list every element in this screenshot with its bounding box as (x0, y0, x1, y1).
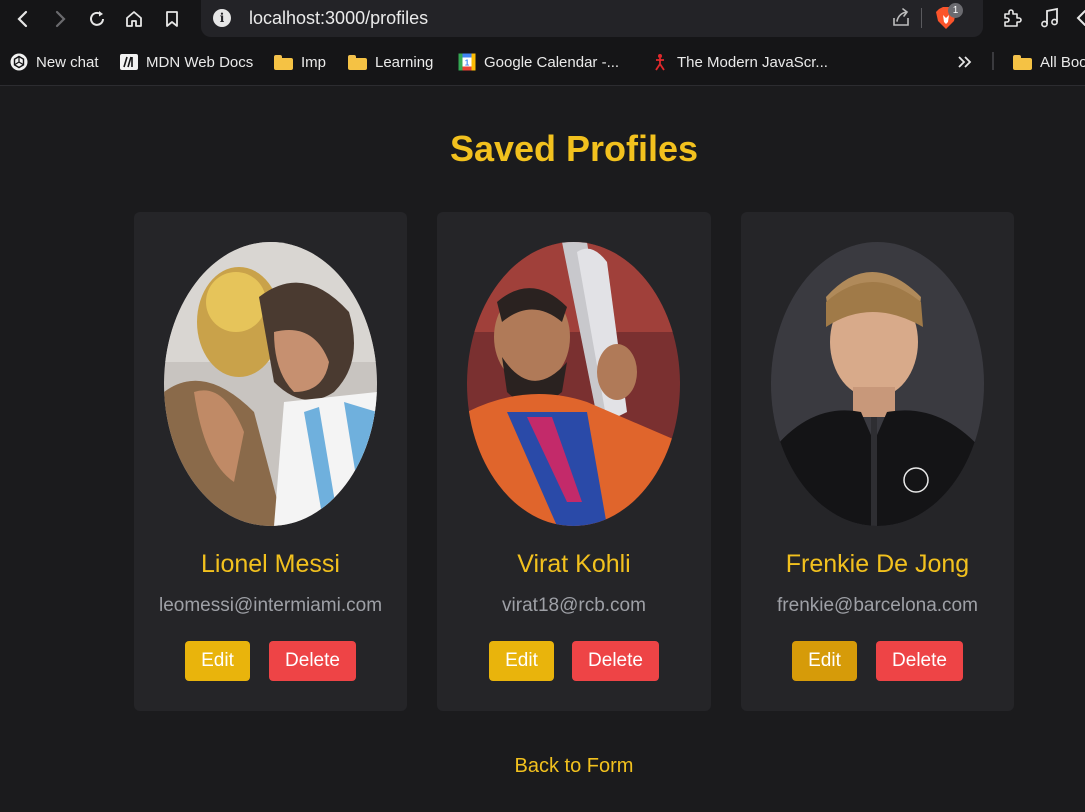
delete-button[interactable]: Delete (269, 641, 356, 681)
url-text[interactable]: localhost:3000/profiles (249, 8, 428, 29)
profile-card: Lionel Messi leomessi@intermiami.com Edi… (134, 212, 407, 711)
share-icon[interactable] (890, 7, 912, 29)
browser-toolbar: i localhost:3000/profiles 1 (0, 0, 1085, 37)
bookmark-label: All Boo (1040, 53, 1085, 71)
bookmark-icon[interactable] (159, 6, 185, 32)
folder-icon (274, 54, 293, 70)
more-bookmarks-icon[interactable] (957, 55, 973, 69)
bookmark-mdn[interactable]: MDN Web Docs (120, 51, 253, 73)
delete-button[interactable]: Delete (572, 641, 659, 681)
edit-button[interactable]: Edit (792, 641, 857, 681)
edit-button[interactable]: Edit (185, 641, 250, 681)
profile-email: virat18@rcb.com (502, 595, 646, 616)
back-to-form-link[interactable]: Back to Form (0, 755, 1085, 778)
edit-button[interactable]: Edit (489, 641, 554, 681)
forward-icon[interactable] (47, 6, 73, 32)
profile-card: Virat Kohli virat18@rcb.com Edit Delete (437, 212, 711, 711)
address-bar-divider (921, 8, 922, 28)
profile-photo (467, 242, 680, 526)
google-calendar-icon: 1 (458, 53, 476, 71)
bookmarks-divider (992, 52, 994, 70)
site-info-icon[interactable]: i (213, 9, 231, 27)
side-panel-icon[interactable] (1074, 6, 1085, 30)
svg-text:1: 1 (465, 59, 470, 68)
bookmark-folder-all[interactable]: All Boo (1013, 51, 1085, 73)
bookmark-label: The Modern JavaScr... (677, 53, 828, 71)
bookmark-new-chat[interactable]: New chat (10, 51, 99, 73)
address-bar[interactable]: i localhost:3000/profiles 1 (201, 0, 983, 37)
bookmark-label: Imp (301, 53, 327, 71)
profile-name: Lionel Messi (201, 550, 340, 578)
profile-photo (771, 242, 984, 526)
home-icon[interactable] (121, 6, 147, 32)
openai-icon (10, 53, 28, 71)
bookmark-label: MDN Web Docs (146, 53, 254, 71)
profile-email: leomessi@intermiami.com (158, 595, 383, 616)
bookmark-label: Learning (375, 53, 434, 71)
bookmark-folder-learning[interactable]: Learning (348, 51, 433, 73)
delete-button[interactable]: Delete (876, 641, 963, 681)
bookmark-label: New chat (36, 53, 99, 71)
bookmarks-bar: New chat MDN Web Docs Imp Learning 1 Goo… (0, 37, 1085, 86)
media-controls-icon[interactable] (1038, 6, 1062, 30)
folder-icon (1013, 54, 1032, 70)
mdn-icon (120, 54, 138, 70)
profile-photo (164, 242, 377, 526)
page-title: Saved Profiles (449, 128, 699, 169)
folder-icon (348, 54, 367, 70)
profile-name: Virat Kohli (517, 550, 631, 578)
bookmark-modern-javascript[interactable]: The Modern JavaScr... (651, 51, 828, 73)
bookmark-label: Google Calendar -... (484, 53, 620, 71)
extensions-icon[interactable] (1000, 6, 1024, 30)
profile-card: Frenkie De Jong frenkie@barcelona.com Ed… (741, 212, 1014, 711)
back-icon[interactable] (10, 6, 36, 32)
profile-name: Frenkie De Jong (785, 550, 970, 578)
reload-icon[interactable] (84, 6, 110, 32)
profile-email: frenkie@barcelona.com (777, 595, 978, 616)
javascript-info-icon (655, 54, 665, 71)
shields-count-badge: 1 (948, 3, 963, 18)
bookmark-folder-imp[interactable]: Imp (274, 51, 326, 73)
bookmark-google-calendar[interactable]: 1 Google Calendar -... (458, 51, 619, 73)
